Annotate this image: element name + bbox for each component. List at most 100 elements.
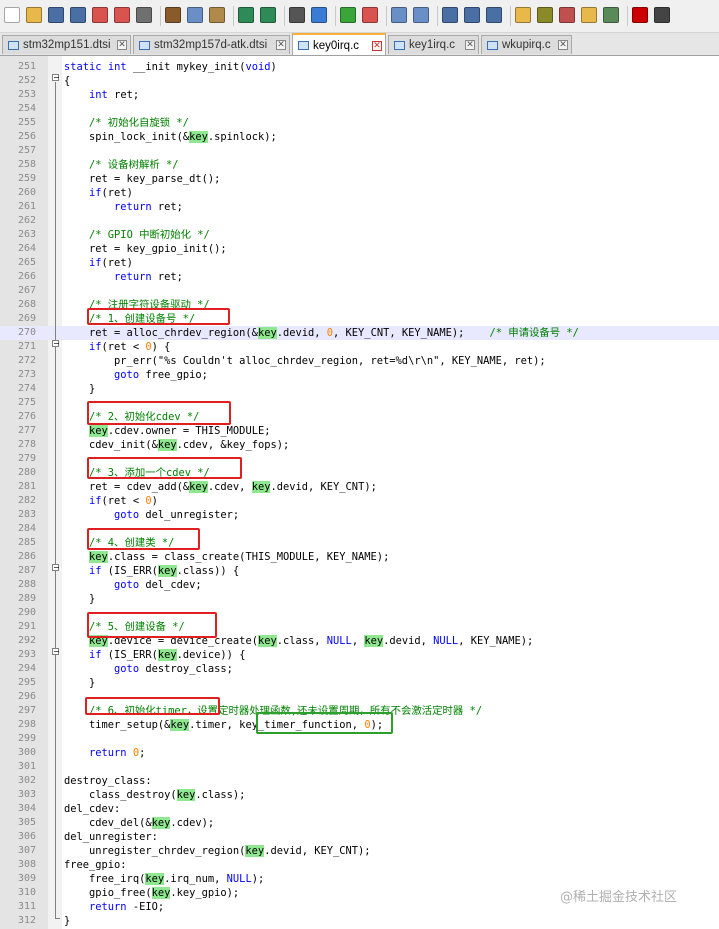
code-line[interactable]: 261 return ret;: [0, 200, 719, 214]
code-line[interactable]: 257: [0, 144, 719, 158]
code-text: cdev_init(&key.cdev, &key_fops);: [64, 439, 290, 451]
paste-icon[interactable]: [209, 7, 225, 23]
code-line[interactable]: 278 cdev_init(&key.cdev, &key_fops);: [0, 438, 719, 452]
code-line[interactable]: 289 }: [0, 592, 719, 606]
user-language-icon[interactable]: [515, 7, 531, 23]
code-line[interactable]: 258 /* 设备树解析 */: [0, 158, 719, 172]
sync-vertical-icon[interactable]: [391, 7, 407, 23]
code-line[interactable]: 303 class_destroy(key.class);: [0, 788, 719, 802]
code-line[interactable]: 305 cdev_del(&key.cdev);: [0, 816, 719, 830]
save-icon[interactable]: [48, 7, 64, 23]
close-file-icon[interactable]: [92, 7, 108, 23]
code-line[interactable]: 271 if(ret < 0) {: [0, 340, 719, 354]
indent-guide-icon[interactable]: [486, 7, 502, 23]
close-tab-icon[interactable]: ✕: [558, 40, 568, 50]
code-text: }: [64, 383, 96, 395]
replace-icon[interactable]: [311, 7, 327, 23]
line-number: 280: [17, 467, 36, 478]
code-line[interactable]: 288 goto del_cdev;: [0, 578, 719, 592]
tab-label: stm32mp157d-atk.dtsi: [154, 39, 268, 51]
code-line[interactable]: 277 key.cdev.owner = THIS_MODULE;: [0, 424, 719, 438]
save-all-icon[interactable]: [70, 7, 86, 23]
code-line[interactable]: 304 del_cdev:: [0, 802, 719, 816]
code-line[interactable]: 254: [0, 102, 719, 116]
code-line[interactable]: 256 spin_lock_init(&key.spinlock);: [0, 130, 719, 144]
word-wrap-icon[interactable]: [442, 7, 458, 23]
fold-toggle-icon[interactable]: −: [52, 340, 60, 348]
code-line[interactable]: 270 ret = alloc_chrdev_region(&key.devid…: [0, 326, 719, 340]
record-macro-icon[interactable]: [632, 7, 648, 23]
tab-key1irq-c[interactable]: key1irq.c ✕: [388, 35, 479, 54]
code-line[interactable]: 265 if(ret): [0, 256, 719, 270]
code-line[interactable]: 266 return ret;: [0, 270, 719, 284]
zoom-in-icon[interactable]: [340, 7, 356, 23]
fold-toggle-icon[interactable]: −: [52, 564, 60, 572]
close-tab-icon[interactable]: ✕: [372, 41, 382, 51]
code-line[interactable]: 262: [0, 214, 719, 228]
zoom-out-icon[interactable]: [362, 7, 378, 23]
code-line[interactable]: 287 if (IS_ERR(key.class)) {: [0, 564, 719, 578]
close-tab-icon[interactable]: ✕: [465, 40, 475, 50]
redo-icon[interactable]: [260, 7, 276, 23]
code-line[interactable]: 263 /* GPIO 中断初始化 */: [0, 228, 719, 242]
code-line[interactable]: 264 ret = key_gpio_init();: [0, 242, 719, 256]
fold-toggle-icon[interactable]: −: [52, 648, 60, 656]
monitoring-icon[interactable]: [603, 7, 619, 23]
code-line[interactable]: 294 goto destroy_class;: [0, 662, 719, 676]
close-tab-icon[interactable]: ✕: [276, 40, 286, 50]
sync-horizontal-icon[interactable]: [413, 7, 429, 23]
code-line[interactable]: 312}: [0, 914, 719, 928]
code-text: /* 设备树解析 */: [89, 159, 179, 171]
code-line[interactable]: 295 }: [0, 676, 719, 690]
line-number: 290: [17, 607, 36, 618]
cut-icon[interactable]: [165, 7, 181, 23]
code-line[interactable]: 286 key.class = class_create(THIS_MODULE…: [0, 550, 719, 564]
find-icon[interactable]: [289, 7, 305, 23]
open-file-icon[interactable]: [26, 7, 42, 23]
line-number: 293: [17, 649, 36, 660]
close-tab-icon[interactable]: ✕: [117, 40, 127, 50]
function-list-icon[interactable]: [559, 7, 575, 23]
line-number: 311: [17, 901, 36, 912]
code-line[interactable]: 273 goto free_gpio;: [0, 368, 719, 382]
folder-workspace-icon[interactable]: [581, 7, 597, 23]
tab-stm32mp151-dtsi[interactable]: stm32mp151.dtsi ✕: [2, 35, 131, 54]
code-line[interactable]: 308 free_gpio:: [0, 858, 719, 872]
tab-stm32mp157d-atk-dtsi[interactable]: stm32mp157d-atk.dtsi ✕: [133, 35, 290, 54]
tab-key0irq-c[interactable]: key0irq.c ✕: [292, 33, 386, 55]
code-line[interactable]: 301: [0, 760, 719, 774]
line-number: 309: [17, 873, 36, 884]
code-line[interactable]: 255 /* 初始化自旋锁 */: [0, 116, 719, 130]
print-icon[interactable]: [136, 7, 152, 23]
code-line[interactable]: 282 if(ret < 0): [0, 494, 719, 508]
stop-macro-icon[interactable]: [654, 7, 670, 23]
undo-icon[interactable]: [238, 7, 254, 23]
code-line[interactable]: 260 if(ret): [0, 186, 719, 200]
code-line[interactable]: 300 return 0;: [0, 746, 719, 760]
document-map-icon[interactable]: [537, 7, 553, 23]
code-line[interactable]: 272 pr_err("%s Couldn't alloc_chrdev_reg…: [0, 354, 719, 368]
new-file-icon[interactable]: [4, 7, 20, 23]
show-all-chars-icon[interactable]: [464, 7, 480, 23]
fold-toggle-icon[interactable]: −: [52, 74, 60, 82]
code-line[interactable]: 252 {: [0, 74, 719, 88]
code-line[interactable]: 267: [0, 284, 719, 298]
code-line[interactable]: 307 unregister_chrdev_region(key.devid, …: [0, 844, 719, 858]
code-line[interactable]: 293 if (IS_ERR(key.device)) {: [0, 648, 719, 662]
code-line[interactable]: 259 ret = key_parse_dt();: [0, 172, 719, 186]
code-line[interactable]: 274 }: [0, 382, 719, 396]
code-line[interactable]: 253 int ret;: [0, 88, 719, 102]
code-editor[interactable]: 251 static int __init mykey_init(void) 252…: [0, 56, 719, 929]
code-line[interactable]: 281 ret = cdev_add(&key.cdev, key.devid,…: [0, 480, 719, 494]
code-line[interactable]: 283 goto del_unregister;: [0, 508, 719, 522]
copy-icon[interactable]: [187, 7, 203, 23]
code-line[interactable]: 302 destroy_class:: [0, 774, 719, 788]
code-text: int ret;: [89, 89, 140, 101]
code-line[interactable]: 306 del_unregister:: [0, 830, 719, 844]
code-text: key.cdev.owner = THIS_MODULE;: [89, 425, 271, 437]
tab-wkupirq-c[interactable]: wkupirq.c ✕: [481, 35, 572, 54]
code-line[interactable]: 251 static int __init mykey_init(void): [0, 60, 719, 74]
code-line[interactable]: 299: [0, 732, 719, 746]
code-line[interactable]: 309 free_irq(key.irq_num, NULL);: [0, 872, 719, 886]
close-all-icon[interactable]: [114, 7, 130, 23]
